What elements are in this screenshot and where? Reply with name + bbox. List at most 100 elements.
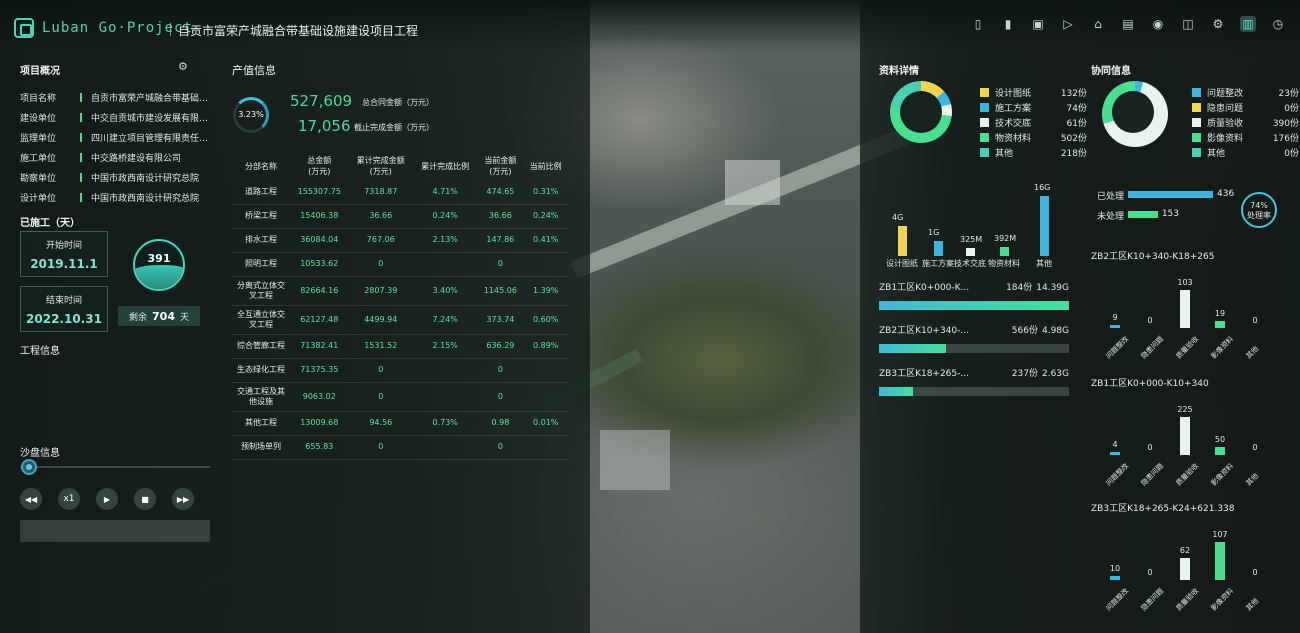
table-row[interactable]: 分离式立体交叉工程 82664.16 2807.39 3.40% 1145.06 1.39… xyxy=(232,276,568,306)
table-row[interactable]: 交通工程及其他设施 9063.02 0 0 xyxy=(232,382,568,412)
collab-bar xyxy=(1180,290,1190,328)
size-value: 16G xyxy=(1034,183,1051,192)
table-cell: 0 xyxy=(477,252,524,277)
collab-bar xyxy=(1215,446,1225,455)
wave-fill xyxy=(135,265,183,289)
zone-count: 237份 xyxy=(1011,369,1038,379)
collab-bar-value: 50 xyxy=(1214,434,1226,444)
play-button[interactable]: ▶ xyxy=(96,488,118,510)
table-cell: 7318.87 xyxy=(348,180,413,205)
overview-key: 施工单位 xyxy=(20,154,57,164)
stop-button[interactable]: ■ xyxy=(134,488,156,510)
collab-bar-value: 103 xyxy=(1177,278,1193,287)
timeline-slider-track[interactable] xyxy=(20,466,210,468)
zone-size: 4.98G xyxy=(1041,326,1069,336)
collab-bar-value: 9 xyxy=(1112,312,1118,322)
overview-key: 建设单位 xyxy=(20,114,57,124)
zone-row[interactable]: ZB1工区K0+000-K... 184份 14.39G xyxy=(879,280,1069,310)
overview-marker xyxy=(80,93,82,102)
table-row[interactable]: 全互通立体交叉工程 62127.48 4499.94 7.24% 373.74 0.60% xyxy=(232,305,568,335)
table-row[interactable]: 其他工程 13009.68 94.56 0.73% 0.98 0.01% xyxy=(232,411,568,436)
column-header: 累计完成金额 (万元) xyxy=(349,152,413,180)
chart-icon[interactable]: ▥ xyxy=(1240,16,1256,32)
table-cell: 474.65 xyxy=(477,180,524,205)
docs-legend: 设计图纸 132份 施工方案 74份 技术交底 61份 物资材料 502份 其他 218份 xyxy=(980,85,1087,160)
table-cell: 分离式立体交叉工程 xyxy=(232,276,290,306)
column-header: 总金额 (万元) xyxy=(290,152,349,180)
table-cell: 0 xyxy=(348,382,413,412)
legend-label: 设计图纸 xyxy=(995,89,1032,99)
legend-swatch xyxy=(1192,148,1201,157)
table-row[interactable]: 道路工程 155307.75 7318.87 4.71% 474.65 0.31% xyxy=(232,180,568,205)
zone-row-header: ZB2工区K10+340-... 566份 4.98G xyxy=(879,323,1069,336)
table-cell: 0 xyxy=(348,252,413,277)
eye-icon[interactable]: ◉ xyxy=(1150,16,1166,32)
overview-value: 中交路桥建设有限公司 xyxy=(91,154,182,164)
table-cell: 2807.39 xyxy=(348,276,413,306)
unhandled-value: 153 xyxy=(1161,209,1179,219)
video-icon[interactable]: ▣ xyxy=(1030,16,1046,32)
table-cell: 全互通立体交叉工程 xyxy=(232,305,290,335)
timeline-slider-handle[interactable] xyxy=(21,459,37,475)
column-header-text: (万元) xyxy=(369,167,392,176)
table-row[interactable]: 综合管廊工程 71382.41 1531.52 2.15% 636.29 0.89% xyxy=(232,334,568,359)
legend-item: 质量验收 390份 xyxy=(1192,115,1299,130)
zone-row-header: ZB1工区K0+000-K... 184份 14.39G xyxy=(879,280,1069,293)
play-icon[interactable]: ▷ xyxy=(1060,16,1076,32)
speed-button[interactable]: x1 xyxy=(58,488,80,510)
table-cell: 桥梁工程 xyxy=(232,204,290,229)
table-row[interactable]: 生态绿化工程 71375.35 0 0 xyxy=(232,358,568,383)
handled-bar xyxy=(1128,191,1213,198)
docs-title: 资料详情 xyxy=(879,66,919,77)
handled-value: 436 xyxy=(1217,189,1235,199)
collab-title: 协同信息 xyxy=(1091,66,1131,77)
table-cell xyxy=(412,382,478,412)
legend-value: 74份 xyxy=(1066,104,1087,114)
table-cell: 147.86 xyxy=(477,228,524,253)
legend-item: 施工方案 74份 xyxy=(980,100,1087,115)
column-header-text: 当前金额 xyxy=(484,156,517,165)
column-header: 当前金额 (万元) xyxy=(477,152,523,180)
project-info-link[interactable]: 工程信息 xyxy=(20,342,60,357)
zone-row-header: ZB3工区K18+265-... 237份 2.63G xyxy=(879,366,1069,379)
legend-label: 隐患问题 xyxy=(1207,104,1244,114)
zone-row[interactable]: ZB2工区K10+340-... 566份 4.98G xyxy=(879,323,1069,353)
clock-icon[interactable]: ◷ xyxy=(1270,16,1286,32)
overview-item: 监理单位 四川建立项目管理有限责任公司 xyxy=(20,131,212,144)
completed-label: 截止完成金额（万元） xyxy=(354,123,434,132)
elapsed-days: 391 xyxy=(147,252,171,265)
table-row[interactable]: 照明工程 10533.62 0 0 xyxy=(232,252,568,277)
column-header-text: 累计完成比例 xyxy=(421,161,470,171)
overview-item: 项目名称 自贡市富荣产城融合带基础设... xyxy=(20,91,212,104)
fast-forward-button[interactable]: ▶▶ xyxy=(172,488,194,510)
size-bar xyxy=(934,241,943,256)
legend-label: 问题整改 xyxy=(1207,89,1244,99)
zone-row[interactable]: ZB3工区K18+265-... 237份 2.63G xyxy=(879,366,1069,396)
layers-icon[interactable]: ◫ xyxy=(1180,16,1196,32)
collab-zone-title: ZB3工区K18+265-K24+621.338 xyxy=(1091,504,1235,514)
sand-info-field[interactable] xyxy=(20,520,210,542)
table-cell xyxy=(523,382,568,412)
gear-icon[interactable]: ⚙ xyxy=(1210,16,1226,32)
legend-value: 176份 xyxy=(1272,134,1299,144)
home-icon[interactable]: ⌂ xyxy=(1090,16,1106,32)
table-cell: 10533.62 xyxy=(290,252,349,277)
contract-label: 总合同金额（万元） xyxy=(362,98,434,107)
map-icon[interactable]: ▯ xyxy=(970,16,986,32)
unhandled-label: 未处理 xyxy=(1097,212,1125,222)
image-icon[interactable]: ▤ xyxy=(1120,16,1136,32)
table-row[interactable]: 预制场单列 655.83 0 0 xyxy=(232,435,568,460)
doc-icon[interactable]: ▮ xyxy=(1000,16,1016,32)
table-row[interactable]: 排水工程 36084.04 767.06 2.13% 147.86 0.41% xyxy=(232,228,568,253)
zone-stats: 184份 14.39G xyxy=(1006,280,1069,293)
table-cell: 1.39% xyxy=(523,276,568,306)
remaining-unit: 天 xyxy=(179,312,189,323)
rewind-button[interactable]: ◀◀ xyxy=(20,488,42,510)
overview-value: 中交自贡城市建设发展有限公司 xyxy=(91,114,212,124)
table-row[interactable]: 桥梁工程 15406.38 36.66 0.24% 36.66 0.24% xyxy=(232,204,568,229)
collab-bar xyxy=(1215,320,1225,328)
column-header-text: (万元) xyxy=(489,167,512,176)
settings-icon[interactable]: ⚙ xyxy=(178,60,188,73)
table-cell: 71382.41 xyxy=(290,334,349,359)
column-header-text: 分部名称 xyxy=(245,161,277,171)
